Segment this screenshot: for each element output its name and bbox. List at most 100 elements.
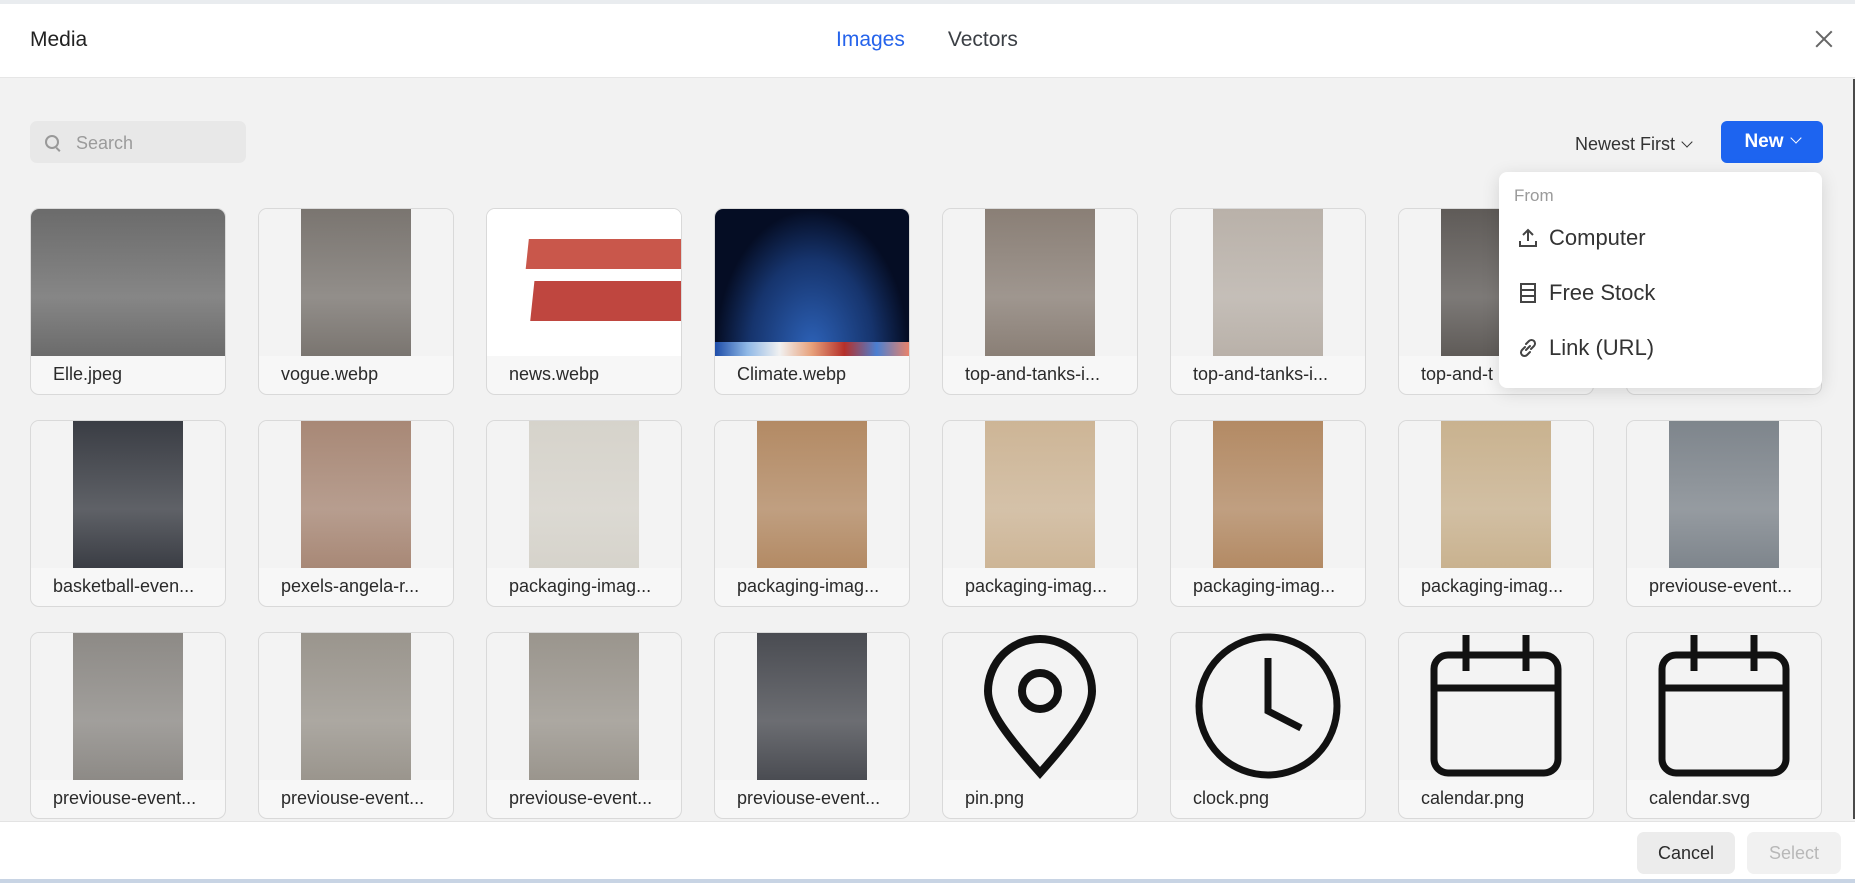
media-card[interactable]: packaging-imag...: [714, 420, 910, 607]
earth-image: [715, 209, 909, 356]
upload-icon: [1519, 228, 1537, 247]
photo-image: [529, 633, 639, 780]
media-card[interactable]: packaging-imag...: [486, 420, 682, 607]
new-button-label: New: [1744, 131, 1784, 152]
media-filename: top-and-tanks-i...: [965, 364, 1101, 384]
media-card[interactable]: Elle.jpeg: [30, 208, 226, 395]
menu-item-label: Link (URL): [1549, 335, 1655, 360]
media-type-tabs: Images Vectors: [836, 28, 1018, 52]
media-card[interactable]: packaging-imag...: [942, 420, 1138, 607]
media-filename: news.webp: [509, 364, 600, 384]
media-card[interactable]: clock.png: [1170, 632, 1366, 819]
modal-title: Media: [30, 28, 88, 51]
cancel-button[interactable]: Cancel: [1637, 832, 1735, 874]
chevron-down-icon: [1789, 132, 1802, 144]
media-filename: packaging-imag...: [1421, 576, 1564, 596]
media-thumbnail: [31, 633, 225, 780]
new-button[interactable]: New: [1721, 121, 1823, 163]
media-card[interactable]: previouse-event...: [30, 632, 226, 819]
photo-image: [529, 421, 639, 568]
media-thumbnail: [1171, 633, 1365, 780]
menu-item-label: Computer: [1549, 225, 1646, 250]
media-modal: Media Images Vectors Newest First New El…: [0, 4, 1855, 880]
media-thumbnail: [715, 209, 909, 356]
photo-image: [1213, 209, 1323, 356]
media-thumbnail: [943, 633, 1137, 780]
menu-header: From: [1514, 186, 1554, 205]
select-button[interactable]: Select: [1747, 832, 1841, 874]
photo-image: [301, 209, 411, 356]
close-icon[interactable]: [1811, 26, 1837, 52]
media-card[interactable]: top-and-tanks-i...: [942, 208, 1138, 395]
photo-image: [301, 421, 411, 568]
chevron-down-icon: [1681, 136, 1693, 148]
media-thumbnail: [31, 421, 225, 568]
media-filename: previouse-event...: [1649, 576, 1793, 596]
media-filename: packaging-imag...: [1193, 576, 1336, 596]
tab-vectors[interactable]: Vectors: [948, 28, 1018, 52]
media-filename: packaging-imag...: [509, 576, 652, 596]
media-thumbnail: [1627, 421, 1821, 568]
breaking-news-image: [487, 209, 681, 356]
media-card[interactable]: vogue.webp: [258, 208, 454, 395]
media-filename: clock.png: [1193, 788, 1270, 808]
photo-image: [31, 209, 225, 356]
menu-item-label: Free Stock: [1549, 280, 1656, 305]
media-card[interactable]: pexels-angela-r...: [258, 420, 454, 607]
media-card[interactable]: Climate.webp: [714, 208, 910, 395]
media-filename: calendar.png: [1421, 788, 1525, 808]
media-filename: basketball-even...: [53, 576, 195, 596]
media-thumbnail: [1399, 421, 1593, 568]
modal-footer: Cancel Select: [0, 821, 1855, 880]
media-filename: previouse-event...: [53, 788, 197, 808]
media-card[interactable]: previouse-event...: [1626, 420, 1822, 607]
media-card[interactable]: calendar.svg: [1626, 632, 1822, 819]
background-taskbar: [0, 879, 1855, 883]
media-thumbnail: [943, 209, 1137, 356]
media-card[interactable]: basketball-even...: [30, 420, 226, 607]
photo-image: [301, 633, 411, 780]
media-filename: calendar.svg: [1649, 788, 1751, 808]
media-card[interactable]: top-and-tanks-i...: [1170, 208, 1366, 395]
media-thumbnail: [1171, 421, 1365, 568]
menu-item-free-stock[interactable]: Free Stock: [1517, 275, 1655, 311]
media-filename: packaging-imag...: [965, 576, 1108, 596]
link-icon: [1519, 338, 1537, 358]
photo-image: [757, 633, 867, 780]
media-filename: pin.png: [965, 788, 1025, 808]
tab-images[interactable]: Images: [836, 28, 905, 52]
photo-image: [73, 421, 183, 568]
search-icon: [45, 135, 59, 149]
media-thumbnail: [487, 209, 681, 356]
media-card[interactable]: packaging-imag...: [1170, 420, 1366, 607]
media-card[interactable]: previouse-event...: [486, 632, 682, 819]
media-thumbnail: [715, 633, 909, 780]
media-thumbnail: [259, 633, 453, 780]
search-input[interactable]: [74, 121, 238, 165]
media-thumbnail: [487, 633, 681, 780]
media-card[interactable]: pin.png: [942, 632, 1138, 819]
photo-image: [1213, 421, 1323, 568]
photo-image: [757, 421, 867, 568]
search-box: [30, 121, 246, 165]
media-filename: Elle.jpeg: [53, 364, 123, 384]
media-card[interactable]: previouse-event...: [714, 632, 910, 819]
photo-image: [1669, 421, 1779, 568]
media-card[interactable]: news.webp: [486, 208, 682, 395]
menu-item-computer[interactable]: Computer: [1517, 220, 1646, 256]
media-card[interactable]: previouse-event...: [258, 632, 454, 819]
media-filename: previouse-event...: [281, 788, 425, 808]
media-thumbnail: [259, 209, 453, 356]
media-thumbnail: [715, 421, 909, 568]
sort-dropdown[interactable]: Newest First: [1575, 134, 1693, 155]
media-thumbnail: [943, 421, 1137, 568]
media-card[interactable]: calendar.png: [1398, 632, 1594, 819]
photo-image: [985, 421, 1095, 568]
menu-item-link-url[interactable]: Link (URL): [1517, 330, 1654, 366]
photo-image: [1441, 421, 1551, 568]
media-card[interactable]: packaging-imag...: [1398, 420, 1594, 607]
media-filename: previouse-event...: [737, 788, 881, 808]
media-filename: packaging-imag...: [737, 576, 880, 596]
media-thumbnail: [1171, 209, 1365, 356]
photo-image: [73, 633, 183, 780]
